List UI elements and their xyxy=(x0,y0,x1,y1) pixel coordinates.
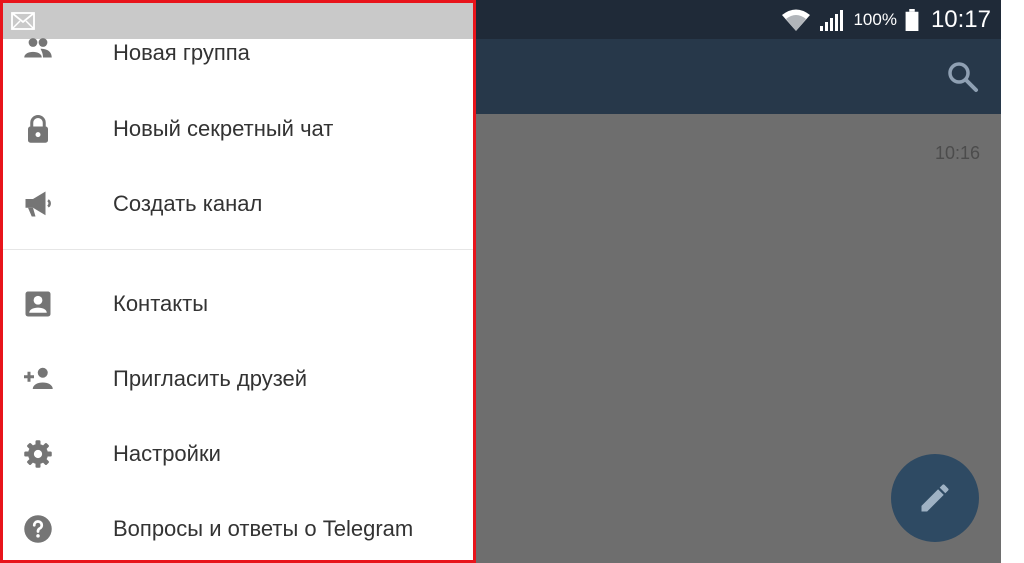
menu-item-invite-friends[interactable]: Пригласить друзей xyxy=(3,349,473,409)
menu-item-new-group[interactable]: Новая группа xyxy=(3,23,473,83)
menu-item-label: Создать канал xyxy=(113,191,263,216)
gear-icon xyxy=(24,440,52,468)
navigation-drawer: Новая группа Новый секретный чат Создать… xyxy=(0,0,476,563)
menu-item-settings[interactable]: Настройки xyxy=(3,424,473,484)
menu-item-create-channel[interactable]: Создать канал xyxy=(3,174,473,234)
menu-item-telegram-faq[interactable]: Вопросы и ответы о Telegram xyxy=(3,499,473,559)
menu-divider xyxy=(3,249,473,250)
menu-item-label: Новая группа xyxy=(113,40,250,65)
pencil-icon xyxy=(921,484,949,512)
battery-percent: 100% xyxy=(853,9,897,29)
new-message-button[interactable] xyxy=(891,454,979,542)
status-indicators: 100% 10:17 xyxy=(781,0,991,39)
screen-edge xyxy=(1001,0,1024,563)
megaphone-icon xyxy=(25,191,51,217)
menu-item-label: Настройки xyxy=(113,441,221,466)
menu-item-label: Вопросы и ответы о Telegram xyxy=(113,516,414,541)
contact-card-icon xyxy=(25,291,51,317)
menu-item-label: Контакты xyxy=(113,291,209,316)
lock-icon xyxy=(28,115,48,143)
group-icon xyxy=(24,38,52,58)
signal-icon xyxy=(820,9,844,31)
battery-icon xyxy=(905,8,919,31)
menu-item-label: Новый секретный чат xyxy=(113,116,334,141)
menu-item-secret-chat[interactable]: Новый секретный чат xyxy=(3,99,473,159)
search-icon[interactable] xyxy=(944,58,980,94)
chat-time: 10:16 xyxy=(934,143,980,163)
help-icon xyxy=(24,515,52,543)
menu-item-contacts[interactable]: Контакты xyxy=(3,274,473,334)
add-person-icon xyxy=(24,367,53,389)
wifi-icon xyxy=(782,9,811,31)
status-time: 10:17 xyxy=(930,5,991,33)
menu-item-label: Пригласить друзей xyxy=(113,366,308,391)
